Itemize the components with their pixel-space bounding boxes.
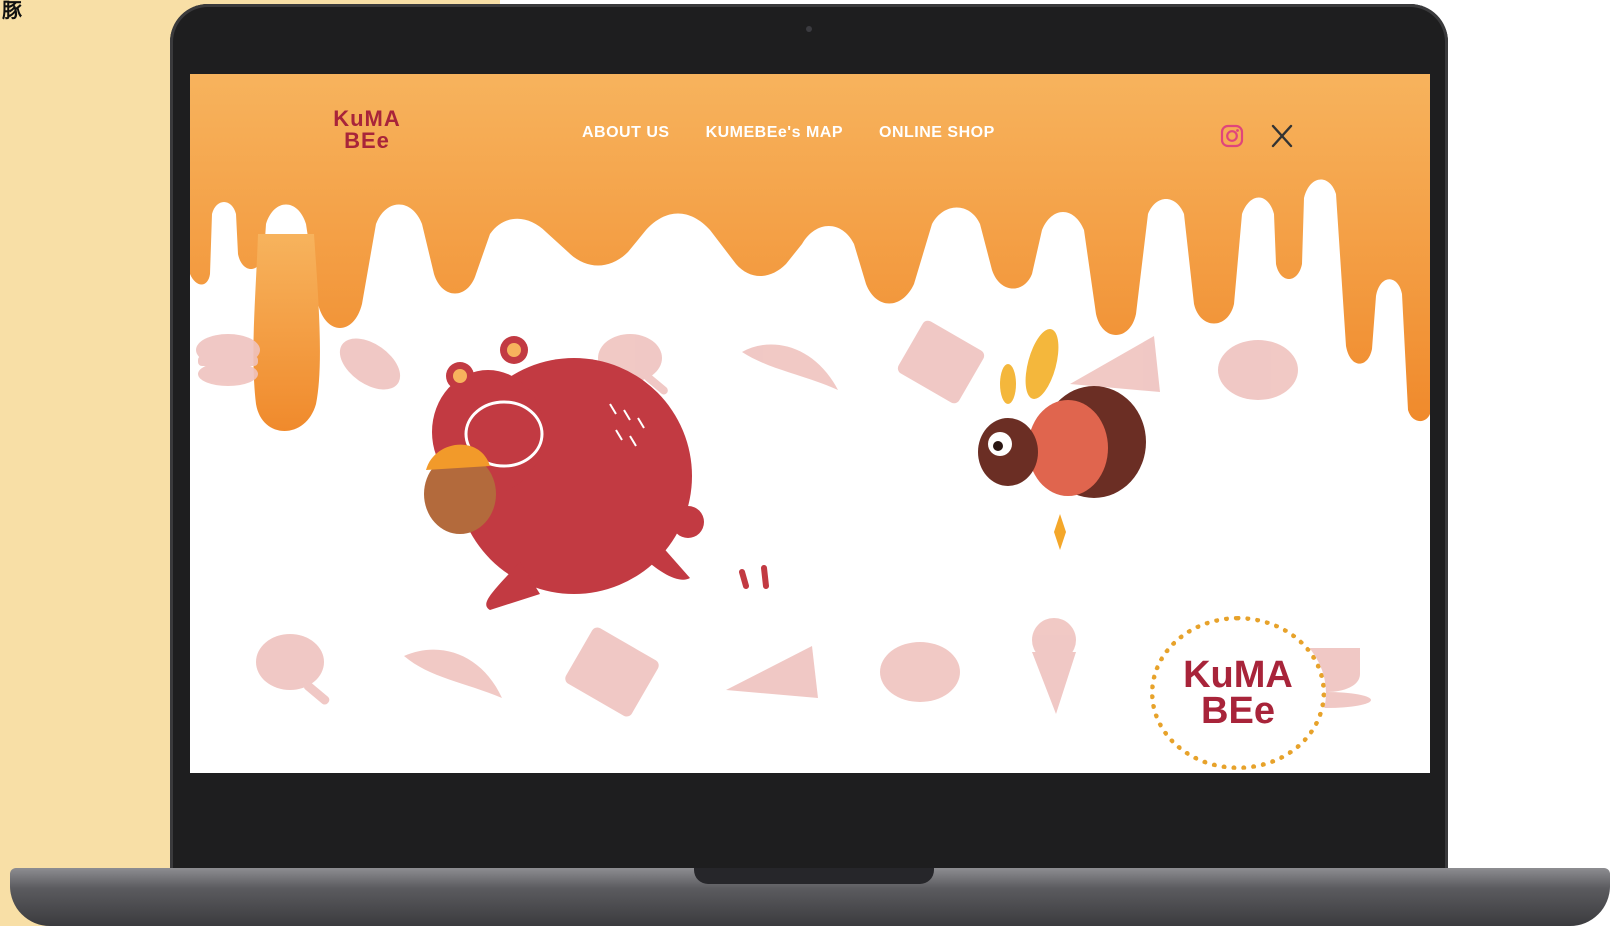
badge-line-1: KuMA: [1183, 654, 1293, 696]
bear-illustration: [424, 336, 769, 610]
laptop-screen: KuMA BEe ABOUT US KUMEBEe's MAP ONLINE S…: [190, 74, 1430, 773]
dumpling-icon: [742, 344, 838, 390]
badge-line-2: BEe: [1201, 690, 1275, 732]
pizza-icon: [726, 646, 818, 698]
bun-icon: [880, 642, 960, 702]
pizza-icon: [1070, 336, 1160, 392]
bun-icon: [1218, 340, 1298, 400]
burger-icon: [196, 334, 260, 386]
waffle-icon: [897, 320, 985, 404]
camera-icon: [806, 26, 812, 32]
waffle-icon: [565, 627, 659, 717]
dumpling-icon: [404, 649, 502, 698]
side-label-top: 豚: [2, 0, 22, 22]
ice-cream-icon: [1032, 618, 1076, 714]
laptop-notch: [694, 868, 934, 884]
bread-icon: [339, 338, 401, 390]
chicken-leg-icon: [256, 634, 330, 705]
kumabee-badge: KuMA BEe: [1150, 616, 1326, 770]
